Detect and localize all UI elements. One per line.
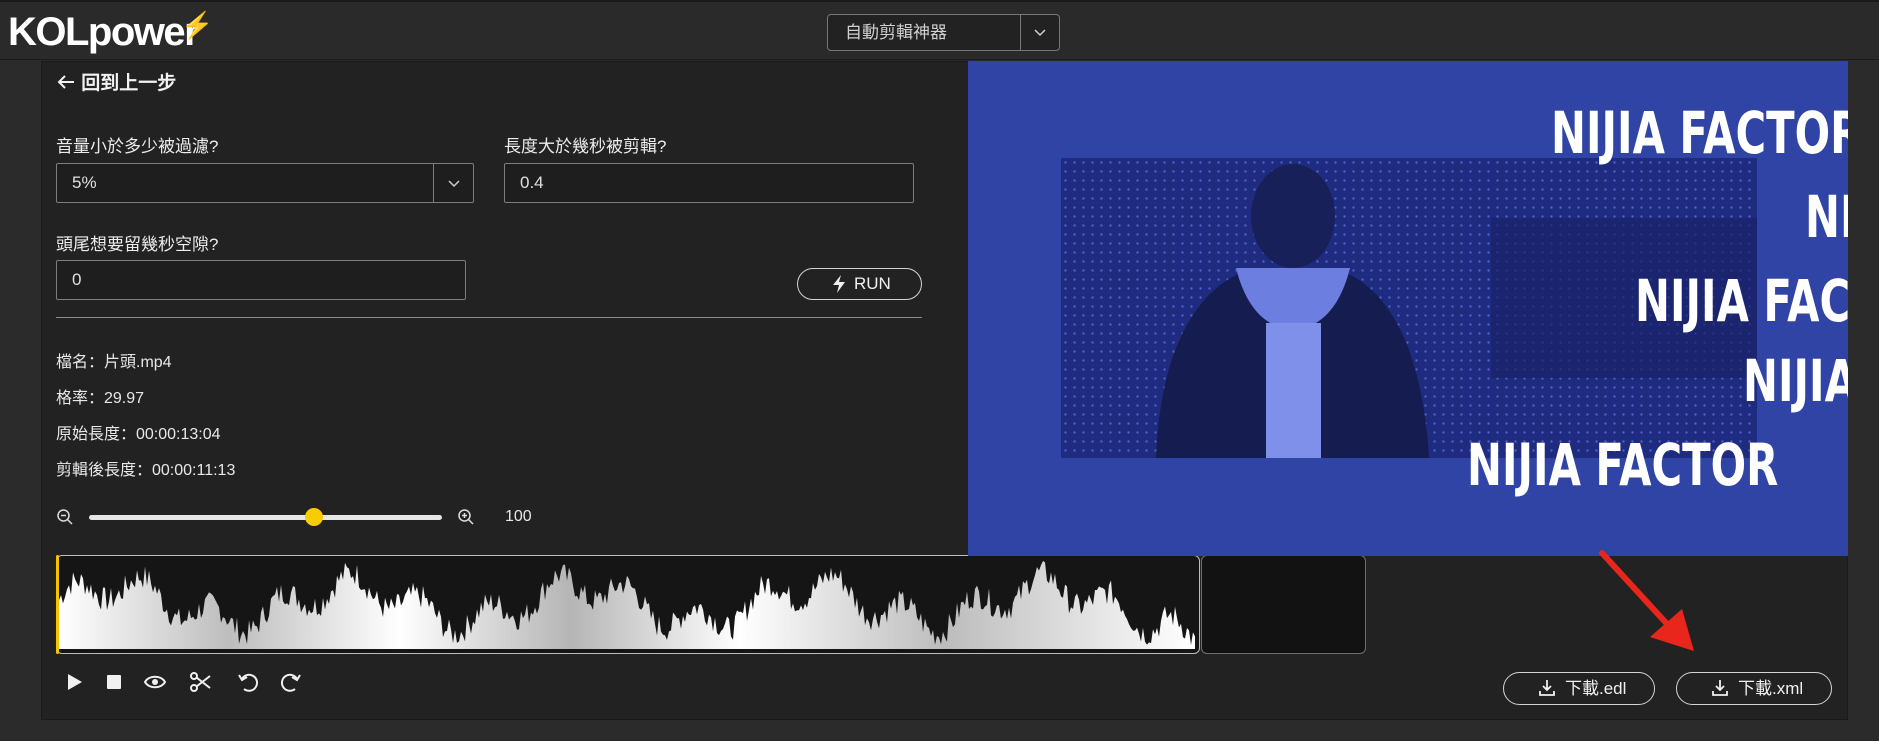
zoom-in-icon[interactable] — [457, 508, 475, 531]
top-bar: KOLpower ⚡ 自動剪輯神器 — [0, 0, 1879, 60]
logo[interactable]: KOLpower — [8, 10, 200, 54]
zoom-slider-track[interactable] — [89, 515, 442, 520]
logo-bolt-icon: ⚡ — [181, 10, 214, 40]
download-edl-label: 下載.edl — [1565, 679, 1627, 698]
padding-input[interactable]: 0 — [56, 260, 466, 300]
volume-label: 音量小於多少被過濾? — [56, 137, 219, 156]
overlay-text-1: NIJIA FACTOR — [1551, 99, 1848, 167]
volume-value: 5% — [72, 173, 97, 192]
lightning-icon — [831, 274, 847, 299]
overlay-text-2: NI — [1805, 183, 1848, 251]
run-button[interactable]: RUN — [797, 268, 922, 300]
stop-icon[interactable] — [102, 670, 126, 694]
red-arrow-annotation — [1599, 550, 1694, 651]
frame-rate: 格率：29.97 — [56, 390, 145, 407]
length-label: 長度大於幾秒被剪輯? — [504, 137, 667, 156]
divider — [56, 317, 922, 318]
chevron-down-icon[interactable] — [434, 164, 474, 202]
zoom-slider-thumb[interactable] — [305, 508, 323, 526]
eye-icon[interactable] — [143, 670, 167, 694]
back-label: 回到上一步 — [81, 73, 177, 94]
arrow-left-icon — [56, 73, 81, 94]
undo-icon[interactable] — [236, 670, 260, 694]
scissors-icon[interactable] — [189, 670, 213, 694]
zoom-value: 100 — [505, 508, 532, 525]
video-preview[interactable]: NIJIA FACTOR NI NIJIA FAC NIJIA NIJIA FA… — [968, 61, 1848, 556]
volume-select[interactable]: 5% — [56, 163, 474, 203]
playhead-marker[interactable] — [56, 555, 59, 654]
download-edl-button[interactable]: 下載.edl — [1503, 672, 1655, 705]
zoom-out-icon[interactable] — [56, 508, 74, 531]
run-label: RUN — [854, 274, 891, 293]
back-link[interactable]: 回到上一步 — [56, 68, 176, 95]
padding-label: 頭尾想要留幾秒空隙? — [56, 235, 219, 254]
timeline-clip-empty[interactable] — [1201, 555, 1366, 654]
overlay-text-4: NIJIA — [1743, 347, 1848, 415]
waveform-graphic — [59, 561, 1195, 649]
redo-icon[interactable] — [279, 670, 303, 694]
overlay-text-5: NIJIA FACTOR — [1467, 431, 1779, 499]
length-value: 0.4 — [520, 173, 544, 192]
length-input[interactable]: 0.4 — [504, 163, 914, 203]
chevron-down-icon[interactable] — [1020, 15, 1060, 50]
waveform-timeline[interactable] — [56, 555, 1200, 654]
padding-value: 0 — [72, 270, 82, 289]
file-name: 檔名：片頭.mp4 — [56, 354, 172, 371]
download-icon — [1537, 678, 1557, 703]
download-icon — [1710, 678, 1730, 703]
play-icon[interactable] — [62, 670, 86, 694]
edited-length: 剪輯後長度：00:00:11:13 — [56, 462, 236, 479]
overlay-text-3: NIJIA FAC — [1635, 267, 1848, 335]
tool-select-value: 自動剪輯神器 — [845, 23, 947, 42]
tool-select[interactable]: 自動剪輯神器 — [827, 14, 1060, 51]
download-xml-button[interactable]: 下載.xml — [1676, 672, 1832, 705]
download-xml-label: 下載.xml — [1738, 679, 1804, 698]
original-length: 原始長度：00:00:13:04 — [56, 426, 221, 443]
